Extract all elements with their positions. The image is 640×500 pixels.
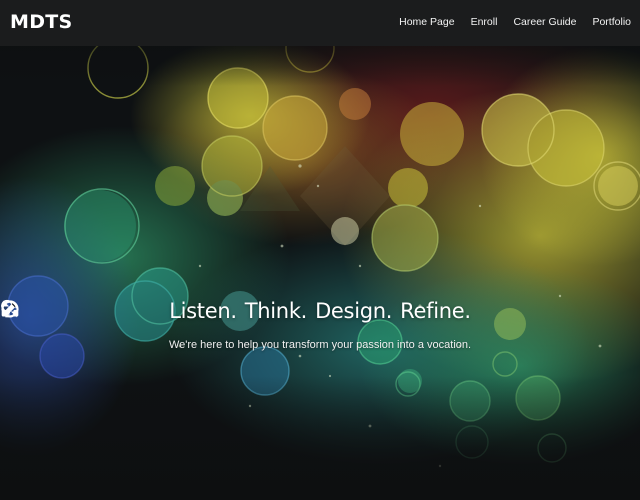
headline-think: Think. <box>1 299 308 323</box>
nav-link-home-page[interactable]: Home Page <box>399 16 454 28</box>
hero-headline: Listen. Think. Design. Refine. <box>0 299 640 323</box>
headline-listen: Listen. <box>1 299 237 323</box>
headline-design: Design. <box>3 299 393 323</box>
headline-design-text: Design. <box>315 299 393 323</box>
headline-refine: Refine. <box>2 299 471 323</box>
headline-think-text: Think. <box>244 299 308 323</box>
refresh-icon <box>2 300 18 318</box>
hero-section: Listen. Think. Design. Refine. We're her… <box>0 46 640 500</box>
nav-link-portfolio[interactable]: Portfolio <box>592 16 631 28</box>
headline-refine-text: Refine. <box>400 299 471 323</box>
nav-link-career-guide[interactable]: Career Guide <box>513 16 576 28</box>
bokeh-background <box>0 46 640 500</box>
navbar: MDTS Home Page Enroll Career Guide Portf… <box>0 0 640 46</box>
nav-link-enroll[interactable]: Enroll <box>471 16 498 28</box>
hero-tagline: We're here to help you transform your pa… <box>168 339 472 351</box>
brand-logo[interactable]: MDTS <box>10 11 73 33</box>
nav-links: Home Page Enroll Career Guide Portfolio <box>383 16 631 28</box>
headline-listen-text: Listen. <box>169 299 237 323</box>
